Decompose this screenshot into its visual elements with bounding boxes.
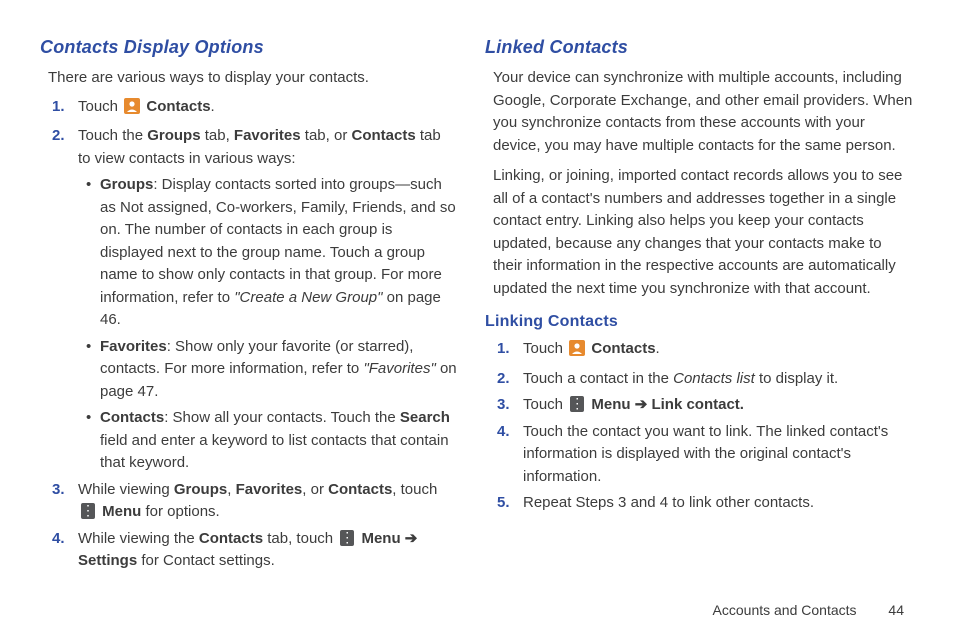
arrow-icon: ➔	[405, 530, 418, 547]
page-number: 44	[888, 602, 904, 618]
left-column: Contacts Display Options There are vario…	[40, 30, 477, 626]
menu-icon	[81, 503, 95, 519]
step-number: 5.	[497, 492, 521, 515]
step-1: 1. Touch Contacts.	[523, 338, 914, 364]
menu-icon	[570, 396, 584, 412]
steps-linking: 1. Touch Contacts. 2. Touch a contact in…	[485, 338, 914, 515]
contacts-icon	[569, 340, 585, 364]
step-number: 1.	[52, 96, 76, 119]
ref-favorites: "Favorites"	[363, 360, 435, 377]
bullets-tabs: Groups: Display contacts sorted into gro…	[78, 174, 457, 475]
contacts-label: Contacts	[142, 98, 210, 115]
page-footer: Accounts and Contacts 44	[713, 602, 904, 618]
right-column: Linked Contacts Your device can synchron…	[477, 30, 914, 626]
ref-create-group: "Create a New Group"	[234, 289, 382, 306]
step-number: 1.	[497, 338, 521, 361]
step-number: 4.	[52, 528, 76, 551]
bullet-favorites: Favorites: Show only your favorite (or s…	[86, 336, 457, 404]
step-4: 4. Touch the contact you want to link. T…	[523, 421, 914, 489]
contacts-label: Contacts	[587, 340, 655, 357]
subheading-linking-contacts: Linking Contacts	[485, 310, 914, 334]
step-number: 2.	[497, 368, 521, 391]
step-5: 5. Repeat Steps 3 and 4 to link other co…	[523, 492, 914, 515]
step-text: Touch	[78, 98, 122, 115]
bullet-contacts: Contacts: Show all your contacts. Touch …	[86, 407, 457, 475]
step-3: 3. Touch Menu ➔ Link contact.	[523, 394, 914, 417]
menu-icon	[340, 530, 354, 546]
step-number: 3.	[52, 479, 76, 502]
paragraph-linking: Linking, or joining, imported contact re…	[493, 165, 914, 300]
step-number: 2.	[52, 125, 76, 148]
contacts-icon	[124, 98, 140, 122]
contacts-list: Contacts list	[673, 370, 755, 387]
paragraph-sync: Your device can synchronize with multipl…	[493, 67, 914, 157]
step-3: 3. While viewing Groups, Favorites, or C…	[78, 479, 457, 524]
step-2: 2. Touch the Groups tab, Favorites tab, …	[78, 125, 457, 475]
period: .	[211, 98, 215, 115]
page: Contacts Display Options There are vario…	[0, 0, 954, 636]
steps-display-options: 1. Touch Contacts. 2. Touch the Groups t…	[40, 96, 457, 573]
step-2: 2. Touch a contact in the Contacts list …	[523, 368, 914, 391]
step-number: 3.	[497, 394, 521, 417]
intro-text: There are various ways to display your c…	[48, 67, 457, 90]
bullet-groups: Groups: Display contacts sorted into gro…	[86, 174, 457, 332]
section-title: Accounts and Contacts	[713, 602, 857, 618]
step-1: 1. Touch Contacts.	[78, 96, 457, 122]
step-number: 4.	[497, 421, 521, 444]
arrow-icon: ➔	[635, 396, 648, 413]
heading-linked-contacts: Linked Contacts	[485, 34, 914, 61]
step-4: 4. While viewing the Contacts tab, touch…	[78, 528, 457, 573]
heading-contacts-display-options: Contacts Display Options	[40, 34, 457, 61]
